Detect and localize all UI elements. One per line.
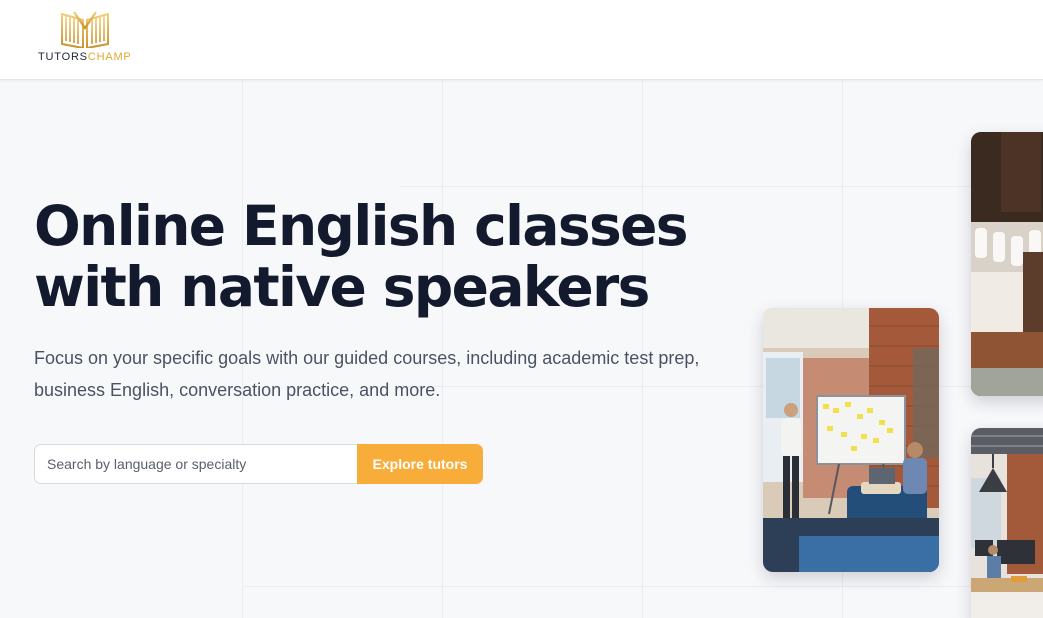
hero-title-line-2: with native speakers (34, 255, 650, 319)
student-workspace-photo (971, 132, 1043, 396)
hero-subtitle: Focus on your specific goals with our gu… (34, 348, 700, 400)
brand-wordmark-part2: CHAMP (87, 51, 132, 63)
site-header: TUTORSCHAMP (0, 0, 1043, 80)
open-book-crown-icon (61, 11, 109, 48)
classroom-whiteboard-photo (763, 308, 939, 572)
explore-tutors-button[interactable]: Explore tutors (357, 444, 483, 484)
brand-wordmark: TUTORSCHAMP (38, 51, 132, 63)
brand-logo[interactable]: TUTORSCHAMP (36, 10, 136, 66)
hero-title: Online English classes with native speak… (34, 196, 734, 318)
office-workspace-photo (971, 428, 1043, 618)
search-input[interactable] (34, 444, 358, 484)
brand-wordmark-part1: TUTORS (38, 51, 88, 63)
hero-title-line-1: Online English classes (34, 194, 689, 258)
tutor-search-form: Explore tutors (34, 444, 483, 484)
